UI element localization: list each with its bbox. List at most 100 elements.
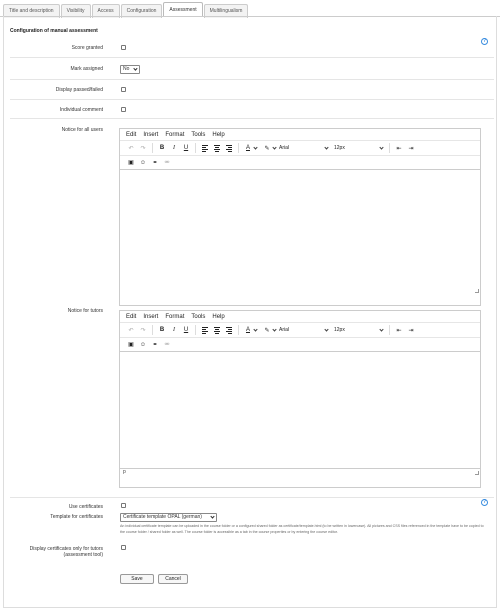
help-icon[interactable]: ? (481, 38, 488, 45)
font-size-select[interactable]: 12px (331, 144, 386, 151)
individual-comment-checkbox[interactable] (121, 107, 126, 112)
use-certificates-label: Use certificates (68, 504, 103, 510)
align-center-icon[interactable] (211, 142, 223, 154)
align-left-icon[interactable] (199, 324, 211, 336)
score-granted-checkbox[interactable] (121, 45, 126, 50)
toolbar-separator (152, 325, 153, 335)
underline-button[interactable]: U (180, 324, 192, 336)
font-size-value: 12px (334, 327, 345, 333)
italic-button[interactable]: I (168, 324, 180, 336)
divider (10, 99, 494, 100)
highlight-color-icon[interactable]: ✎ (261, 324, 273, 336)
undo-icon[interactable]: ↶ (125, 142, 137, 154)
align-right-icon[interactable] (223, 324, 235, 336)
font-family-value: Arial (279, 327, 290, 333)
underline-button[interactable]: U (180, 142, 192, 154)
align-left-icon[interactable] (199, 142, 211, 154)
tutors-certificates-label: Display certificates only for tutors (as… (3, 546, 103, 558)
divider (10, 118, 494, 119)
unlink-icon[interactable]: ⚮ (161, 339, 173, 351)
emoticon-icon[interactable]: ☺ (137, 339, 149, 351)
resize-handle[interactable] (475, 289, 479, 293)
chevron-down-icon (379, 144, 384, 150)
link-icon[interactable]: ⚭ (149, 339, 161, 351)
notice-all-users-editor: Edit Insert Format Tools Help ↶ ↷ B I U … (119, 128, 481, 306)
unlink-icon[interactable]: ⚮ (161, 157, 173, 169)
align-center-icon[interactable] (211, 324, 223, 336)
menu-tools[interactable]: Tools (191, 132, 205, 138)
text-color-icon[interactable]: A (242, 142, 254, 154)
element-path[interactable]: p (123, 469, 126, 475)
editor-content-area[interactable] (120, 352, 480, 468)
mark-assigned-value: No (123, 66, 130, 72)
cancel-button[interactable]: Cancel (158, 574, 188, 584)
undo-icon[interactable]: ↶ (125, 324, 137, 336)
editor-toolbar-secondary: ▣ ☺ ⚭ ⚮ (120, 156, 480, 170)
editor-menubar: Edit Insert Format Tools Help (120, 311, 480, 323)
toolbar-separator (238, 143, 239, 153)
score-granted-label: Score granted (71, 45, 103, 51)
tab-bar: Title and description Visibility Access … (3, 2, 249, 18)
template-certificates-value: Certificate template OPAL (german) (123, 514, 202, 520)
menu-format[interactable]: Format (165, 132, 184, 138)
chevron-down-icon (324, 326, 329, 332)
indent-icon[interactable]: ⇥ (405, 324, 417, 336)
align-right-icon[interactable] (223, 142, 235, 154)
image-icon[interactable]: ▣ (125, 157, 137, 169)
mark-assigned-label: Mark assigned (70, 66, 103, 72)
menu-insert[interactable]: Insert (143, 132, 158, 138)
tutors-certificates-checkbox[interactable] (121, 545, 126, 550)
outdent-icon[interactable]: ⇤ (393, 142, 405, 154)
display-passed-failed-label: Display passed/failed (55, 87, 103, 93)
template-certificates-select[interactable]: Certificate template OPAL (german) (120, 513, 217, 522)
emoticon-icon[interactable]: ☺ (137, 157, 149, 169)
menu-edit[interactable]: Edit (126, 132, 136, 138)
highlight-color-icon[interactable]: ✎ (261, 142, 273, 154)
resize-handle[interactable] (475, 471, 479, 475)
font-family-select[interactable]: Arial (276, 144, 331, 151)
menu-help[interactable]: Help (212, 314, 224, 320)
outdent-icon[interactable]: ⇤ (393, 324, 405, 336)
font-family-select[interactable]: Arial (276, 326, 331, 333)
link-icon[interactable]: ⚭ (149, 157, 161, 169)
notice-all-users-label: Notice for all users (61, 127, 103, 133)
use-certificates-checkbox[interactable] (121, 503, 126, 508)
chevron-down-icon (379, 326, 384, 332)
toolbar-separator (238, 325, 239, 335)
menu-format[interactable]: Format (165, 314, 184, 320)
text-color-icon[interactable]: A (242, 324, 254, 336)
menu-tools[interactable]: Tools (191, 314, 205, 320)
mark-assigned-select[interactable]: No (120, 65, 140, 74)
indent-icon[interactable]: ⇥ (405, 142, 417, 154)
chevron-down-icon (324, 144, 329, 150)
redo-icon[interactable]: ↷ (137, 142, 149, 154)
tutors-certificates-label-line2: (assessment tool) (63, 552, 103, 558)
menu-insert[interactable]: Insert (143, 314, 158, 320)
notice-tutors-editor: Edit Insert Format Tools Help ↶ ↷ B I U … (119, 310, 481, 488)
editor-content-area[interactable] (120, 170, 480, 294)
italic-button[interactable]: I (168, 142, 180, 154)
toolbar-separator (195, 143, 196, 153)
toolbar-separator (195, 325, 196, 335)
tab-assessment[interactable]: Assessment (163, 2, 203, 17)
editor-toolbar: ↶ ↷ B I U A ✎ Arial 12px ⇤ ⇥ (120, 323, 480, 338)
display-passed-failed-checkbox[interactable] (121, 87, 126, 92)
image-icon[interactable]: ▣ (125, 339, 137, 351)
bold-button[interactable]: B (156, 324, 168, 336)
redo-icon[interactable]: ↷ (137, 324, 149, 336)
chevron-down-icon[interactable] (253, 144, 258, 150)
font-size-select[interactable]: 12px (331, 326, 386, 333)
editor-toolbar: ↶ ↷ B I U A ✎ Arial 12px ⇤ ⇥ (120, 141, 480, 156)
chevron-down-icon[interactable] (253, 326, 258, 332)
divider (10, 79, 494, 80)
editor-toolbar-secondary: ▣ ☺ ⚭ ⚮ (120, 338, 480, 352)
menu-edit[interactable]: Edit (126, 314, 136, 320)
toolbar-separator (152, 143, 153, 153)
save-button[interactable]: Save (120, 574, 154, 584)
toolbar-separator (389, 325, 390, 335)
divider (10, 497, 494, 498)
help-icon[interactable]: ? (481, 499, 488, 506)
individual-comment-label: Individual comment (59, 107, 103, 113)
menu-help[interactable]: Help (212, 132, 224, 138)
bold-button[interactable]: B (156, 142, 168, 154)
